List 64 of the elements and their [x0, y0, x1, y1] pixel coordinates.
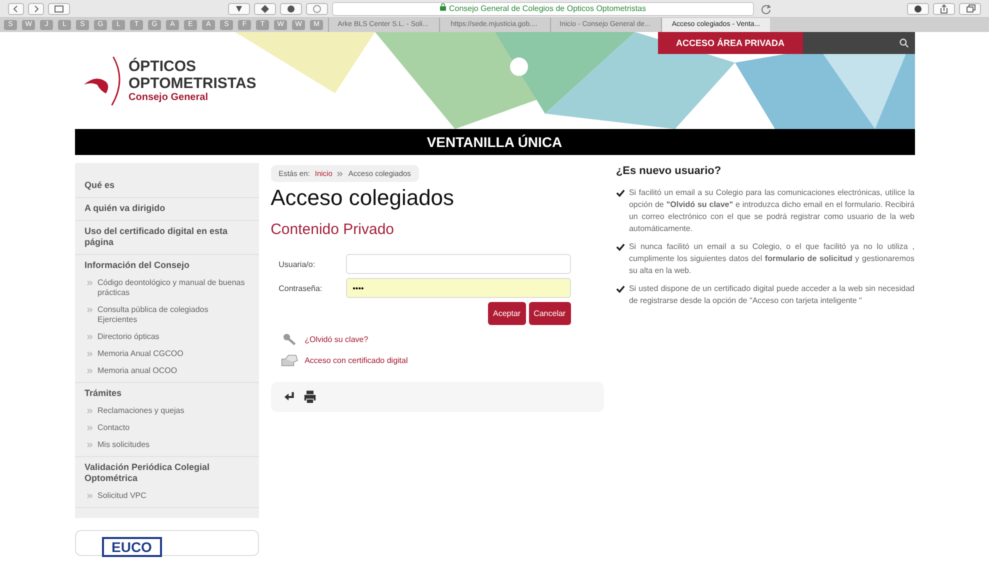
sidebar-item[interactable]: Memoria Anual CGCOO — [98, 349, 184, 359]
chevron-icon — [86, 408, 92, 414]
info-paragraph: Si nunca facilitó un email a su Colegio, o el que facilitó ya no lo utiliza , cumplimente los siguientes datos del formulario de solicitud y gestionaremos su alta en la web. — [628, 241, 914, 277]
info-paragraph: Si usted dispone de un certificado digital puede acceder a la web sin necesidad de registrarse desde la opción de "Acceso con tarjeta inteligente " — [628, 283, 914, 307]
sidebar-heading[interactable]: A quién va dirigido — [84, 203, 249, 214]
chevron-icon — [86, 368, 92, 374]
extension-icon[interactable] — [254, 2, 276, 14]
extension-icon[interactable] — [228, 2, 250, 14]
back-icon[interactable] — [8, 2, 24, 14]
search-icon — [898, 38, 908, 48]
field-label: Contraseña: — [278, 284, 324, 292]
check-icon — [616, 243, 625, 251]
partner-card[interactable]: EUCO — [74, 530, 259, 556]
forward-icon[interactable] — [28, 2, 44, 14]
share-icon[interactable] — [933, 2, 955, 14]
sidebar-item[interactable]: Código deontológico y manual de buenas prácticas — [98, 278, 249, 298]
sidebar-item[interactable]: Contacto — [98, 423, 130, 433]
section-title: Contenido Privado — [270, 221, 396, 238]
download-icon[interactable] — [907, 2, 929, 14]
sidebar-heading[interactable]: Información del Consejo — [84, 260, 249, 271]
sidebar-heading[interactable]: Uso del certificado digital en esta página — [84, 226, 249, 248]
extension-icon[interactable] — [280, 2, 302, 14]
sidebar-item[interactable]: Reclamaciones y quejas — [98, 406, 184, 416]
chevron-icon — [86, 307, 92, 313]
input-field[interactable] — [346, 254, 571, 274]
sidebar-heading[interactable]: Validación Periódica Colegial Optométrica — [84, 462, 249, 484]
chevron-icon — [86, 425, 92, 431]
info-title: ¿Es nuevo usuario? — [616, 165, 722, 177]
address-bar[interactable]: Consejo General de Colegios de Opticos Optometristas — [332, 2, 754, 16]
logo-title: OPTOMETRISTAS — [128, 75, 256, 92]
chevron-icon — [86, 280, 92, 286]
sidebar-item[interactable]: Solicitud VPC — [98, 491, 146, 501]
card-reader-icon — [280, 354, 299, 367]
info-paragraph: Si facilitó un email a su Colegio para las comunicaciones electrónicas, utilice la opción de "Olvidó su clave" e introduzca dicho email en el formulario. Recibirá un correo electrónico con el que se podrá registrar como usuario de la web automáticamente. — [628, 187, 914, 235]
link[interactable]: ¿Olvidó su clave? — [304, 335, 368, 344]
section-banner: VENTANILLA ÚNICA — [74, 129, 914, 155]
sidebar-icon[interactable] — [48, 2, 70, 14]
check-icon — [616, 189, 625, 197]
chevron-icon — [86, 442, 92, 448]
chevron-icon — [337, 170, 344, 176]
form-button[interactable]: Cancelar — [528, 302, 571, 325]
logo-subtitle: Consejo General — [128, 92, 209, 103]
private-area-button[interactable]: ACCESO ÁREA PRIVADA — [658, 32, 802, 54]
lock-icon — [440, 2, 446, 10]
logo-title: ÓPTICOS — [128, 58, 198, 75]
link[interactable]: Acceso con certificado digital — [304, 356, 408, 365]
tabs-icon[interactable] — [959, 2, 981, 14]
check-icon — [616, 285, 625, 293]
page-title: Acceso colegiados — [270, 185, 456, 211]
chevron-icon — [86, 493, 92, 499]
field-label: Usuaria/o: — [278, 260, 316, 268]
search-field[interactable] — [802, 32, 914, 54]
form-button[interactable]: Aceptar — [488, 302, 526, 325]
sidebar-heading[interactable]: Trámites — [84, 388, 249, 399]
sidebar-item[interactable]: Mis solicitudes — [98, 440, 150, 450]
sidebar-item[interactable]: Consulta pública de colegiados Ejercientes — [98, 305, 249, 325]
input-field[interactable]: •••• — [346, 278, 571, 298]
chevron-icon — [86, 334, 92, 340]
partner-logo: EUCO — [102, 537, 162, 557]
chevron-icon — [86, 351, 92, 357]
sidebar-item[interactable]: Directorio ópticas — [98, 332, 160, 342]
sidebar-heading[interactable]: Qué es — [84, 180, 249, 191]
sidebar-item[interactable]: Memoria anual OCOO — [98, 366, 178, 376]
print-icon[interactable] — [302, 390, 317, 404]
